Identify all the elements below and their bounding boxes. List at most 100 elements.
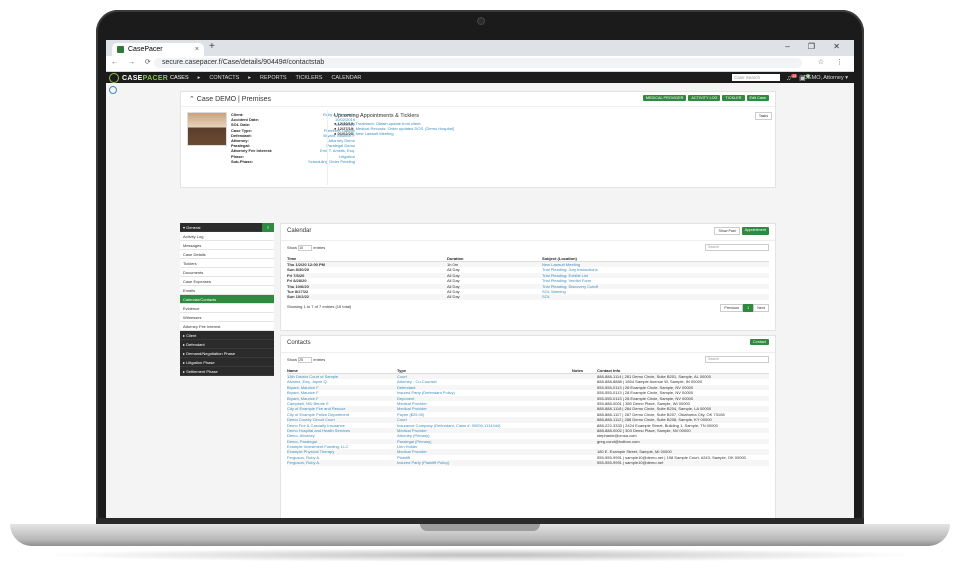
show-label: Show	[287, 357, 298, 363]
window-controls[interactable]: – ❐ ✕	[785, 42, 848, 51]
sidebar-group[interactable]: ▸ Settlement Phase	[180, 367, 274, 376]
browser-nav-buttons[interactable]: ← → ⟳	[111, 58, 155, 66]
menu-reports[interactable]: REPORTS	[260, 75, 287, 81]
laptop-screen: CasePacer × + – ❐ ✕ ← → ⟳ secure.casepac…	[106, 40, 854, 518]
appointments-panel: Upcoming Appointments & Ticklers Tasks ●…	[327, 110, 774, 185]
menu-sep-icon: ▸	[248, 75, 252, 81]
edit-case-button[interactable]: Edit Case	[746, 95, 769, 101]
case-title[interactable]: ⌃ Case DEMO | Premises	[189, 95, 271, 103]
tab-close-icon[interactable]: ×	[195, 43, 199, 56]
add-appointment-button[interactable]: Appointment	[741, 227, 769, 235]
hamburger-icon[interactable]: ≡	[262, 223, 274, 232]
medical-provider-button[interactable]: MEDICAL PROVIDER	[642, 95, 687, 101]
sidebar-item-documents[interactable]: Documents	[180, 268, 274, 277]
sidebar-item-case-expenses[interactable]: Case Expenses	[180, 277, 274, 286]
calendar-footer: Showing 1 to 7 of 7 entries (15 total) P…	[287, 303, 769, 314]
table-row: Sun 10/2/22 All Day SOL	[287, 294, 769, 300]
sidebar-group[interactable]: ▸ Demand/Negotiation Phase	[180, 349, 274, 358]
contact-cell[interactable]: Insured Party (Plaintiff Policy)	[397, 460, 572, 466]
add-contact-button[interactable]: Contact	[749, 339, 769, 345]
tickler-button[interactable]: TICKLER	[722, 95, 745, 101]
contacts-title-text: Contacts	[287, 340, 311, 346]
sidebar-item-attorney-fee-interest[interactable]: Attorney Fee Interest	[180, 322, 274, 331]
menu-contacts[interactable]: CONTACTS	[209, 75, 239, 81]
tasks-button[interactable]: Tasks	[754, 112, 772, 120]
contact-cell[interactable]: Ferguson, Ruby A.	[287, 460, 397, 466]
url-field[interactable]: secure.casepacer.f/Case/details/90449#/c…	[154, 58, 802, 68]
logo-wordmark: CASEPACER	[122, 74, 169, 82]
casepacer-logo[interactable]: CASEPACER	[109, 73, 168, 83]
calendar-cell[interactable]: SOL	[542, 294, 769, 300]
pager-page-1[interactable]: 1	[743, 303, 754, 312]
contact-cell	[572, 460, 597, 466]
activity-log-button[interactable]: ACTIVITY LOG	[688, 95, 721, 101]
menu-calendar[interactable]: CALENDAR	[331, 75, 361, 81]
appointment-date: 01/02/20:	[337, 131, 355, 137]
sidebar-group[interactable]: ▸ Client	[180, 331, 274, 340]
contact-cell: 555-555-9991 | sample10@demo.net	[597, 460, 769, 466]
sidebar-item-witnesses[interactable]: Witnesses	[180, 313, 274, 322]
sidebar-group-label: ▾ General	[183, 225, 201, 230]
appointments-title: Upcoming Appointments & Ticklers	[334, 113, 419, 119]
calendar-cell: Sun 10/2/22	[287, 294, 447, 300]
calendar-title-text: Calendar	[287, 228, 312, 234]
calendar-length-control: Show 10 entries Search	[287, 244, 769, 251]
calendar-cell: All Day	[447, 294, 542, 300]
sidebar-group[interactable]: ▸ Litigation Phase	[180, 358, 274, 367]
sidebar-item-case-details[interactable]: Case Details	[180, 250, 274, 259]
calendar-page-size-select[interactable]: 10	[298, 245, 313, 251]
pager-next[interactable]: Next	[753, 303, 769, 312]
new-tab-icon[interactable]: +	[209, 41, 215, 52]
sidebar-item-activity-log[interactable]: Activity Log	[180, 232, 274, 241]
contacts-page-size-select[interactable]: 25	[298, 357, 313, 363]
menu-sep-icon: ▸	[197, 75, 201, 81]
sidebar-item-emails[interactable]: Emails	[180, 286, 274, 295]
entries-label: entries	[313, 245, 326, 251]
page-body: ⌃ Case DEMO | Premises MEDICAL PROVIDER …	[106, 83, 854, 518]
side-toggle-icon[interactable]	[109, 86, 117, 94]
entries-label: entries	[313, 357, 326, 363]
sidebar-item-calendar-contacts[interactable]: Calendar/Contacts	[180, 295, 274, 304]
sidebar-item-messages[interactable]: Messages	[180, 241, 274, 250]
table-row: Ferguson, Ruby A. Insured Party (Plaintif…	[287, 460, 769, 466]
calendar-pager: Previous 1 Next	[720, 303, 769, 312]
main-menu: CASES ▸ CONTACTS ▸ REPORTS TICKLERS CALE…	[170, 75, 361, 81]
client-photo	[187, 112, 227, 146]
logo-mark-icon	[109, 73, 119, 83]
sidebar-item-evidence[interactable]: Evidence	[180, 304, 274, 313]
contacts-buttons: Contact	[749, 339, 769, 345]
pager-previous[interactable]: Previous	[720, 303, 744, 312]
show-label: Show	[287, 245, 298, 251]
browser-menu-icons[interactable]: ☆ ⋮	[818, 58, 848, 66]
sidebar-group-general[interactable]: ▾ General ≡	[180, 223, 274, 232]
appointment-item: ● 01/02/20: New Lawsuit Meeting	[334, 131, 394, 137]
casepacer-favicon-icon	[117, 46, 124, 53]
contacts-panel: Contacts Contact Show 25 entries Search …	[280, 335, 776, 518]
case-header: ⌃ Case DEMO | Premises MEDICAL PROVIDER …	[181, 92, 775, 107]
menu-ticklers[interactable]: TICKLERS	[296, 75, 323, 81]
calendar-title: Calendar Show Past Appointment	[281, 224, 775, 241]
case-info-label: Sub-Phase:	[231, 158, 254, 164]
calendar-info: Showing 1 to 7 of 7 entries (15 total)	[287, 303, 352, 309]
sidebar-item-ticklers[interactable]: Ticklers	[180, 259, 274, 268]
appointments-list: ● 12/30/19: Treatment: Obtain update fro…	[328, 121, 774, 137]
case-action-buttons: MEDICAL PROVIDER ACTIVITY LOG TICKLER Ed…	[642, 95, 769, 101]
notification-badge-red: 12	[791, 74, 798, 78]
appointment-link[interactable]: New Lawsuit Meeting	[356, 131, 394, 136]
contacts-length-control: Show 25 entries Search	[287, 356, 769, 363]
calendar-search-input[interactable]: Search	[705, 244, 769, 251]
case-search-input[interactable]: Case Search	[732, 74, 780, 81]
menu-cases[interactable]: CASES	[170, 75, 189, 81]
address-bar-row: ← → ⟳ secure.casepacer.f/Case/details/90…	[106, 56, 854, 72]
show-past-button[interactable]: Show Past	[714, 227, 740, 235]
calendar-table: Time Duration Subject (Location) Thu 1/2…	[287, 255, 769, 300]
contacts-title: Contacts Contact	[281, 336, 775, 353]
sidebar-group[interactable]: ▸ Defendant	[180, 340, 274, 349]
contacts-table: Name Type Notes Contact Info 13th Distri…	[287, 367, 769, 466]
case-summary-box: ⌃ Case DEMO | Premises MEDICAL PROVIDER …	[180, 91, 776, 188]
browser-tab[interactable]: CasePacer ×	[112, 43, 204, 56]
user-menu[interactable]: DEMO, Attorney ▾	[804, 75, 848, 81]
laptop-shadow	[40, 548, 920, 562]
contacts-search-input[interactable]: Search	[705, 356, 769, 363]
browser-tab-bar: CasePacer × + – ❐ ✕	[106, 40, 854, 56]
